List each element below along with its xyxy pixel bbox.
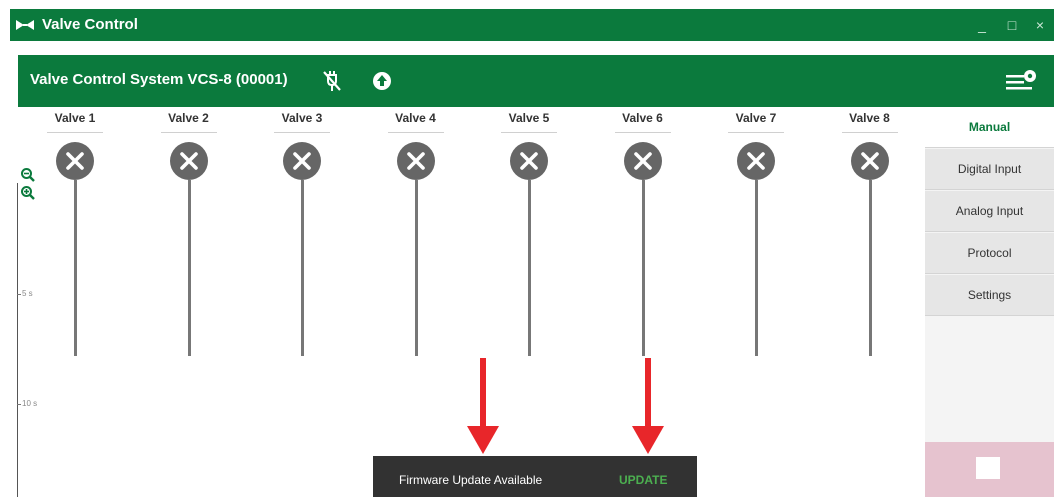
- firmware-snackbar: Firmware Update Available UPDATE: [373, 456, 697, 497]
- title-bar: Valve Control _ □ ×: [0, 0, 1054, 46]
- valve-column: Valve 4: [381, 107, 451, 367]
- tab-digital-input[interactable]: Digital Input: [925, 149, 1054, 190]
- close-icon: [66, 152, 84, 170]
- valve-timeline-bar: [528, 180, 531, 356]
- app-title: Valve Control: [42, 16, 138, 33]
- valve-label: Valve 7: [735, 111, 777, 125]
- tab-analog-input[interactable]: Analog Input: [925, 191, 1054, 232]
- valve-label-underline: [47, 132, 103, 133]
- valve-column: Valve 3: [267, 107, 337, 367]
- valve-label-underline: [501, 132, 557, 133]
- stop-icon: [976, 457, 1000, 479]
- valve-column: Valve 8: [835, 107, 905, 367]
- tab-protocol[interactable]: Protocol: [925, 233, 1054, 274]
- upload-circle-icon[interactable]: [368, 67, 396, 95]
- axis-tick: [17, 404, 21, 405]
- valve-label: Valve 2: [168, 111, 209, 125]
- zoom-out-icon[interactable]: [20, 167, 36, 183]
- close-icon: [179, 152, 198, 170]
- device-header: Valve Control System VCS-8 (00001): [18, 55, 1054, 107]
- valve-column: Valve 5: [494, 107, 564, 367]
- valve-label: Valve 3: [281, 111, 323, 125]
- valve-column: Valve 7: [721, 107, 791, 367]
- update-button[interactable]: UPDATE: [619, 473, 667, 487]
- menu-settings-icon[interactable]: [1004, 67, 1038, 95]
- valve-toggle-button[interactable]: [510, 142, 548, 180]
- valve-label-underline: [841, 132, 898, 133]
- valve-label: Valve 5: [508, 111, 550, 125]
- valve-label-underline: [614, 132, 671, 133]
- valve-app-icon: [16, 20, 34, 30]
- valve-timeline-bar: [641, 180, 645, 356]
- axis-tick-label: 10 s: [22, 399, 38, 408]
- valve-timeline-bar: [755, 180, 758, 356]
- valve-label-underline: [728, 132, 784, 133]
- axis-tick: [17, 294, 21, 295]
- arrow-down-icon: [467, 358, 499, 454]
- close-icon: [747, 152, 765, 170]
- stop-button[interactable]: [925, 442, 1054, 497]
- valve-toggle-button[interactable]: [850, 142, 889, 180]
- tab-manual[interactable]: Manual: [925, 107, 1054, 148]
- valve-timeline-bar: [414, 180, 418, 356]
- title-bar-strip: Valve Control _ □ ×: [10, 9, 1054, 41]
- close-icon: [633, 152, 652, 170]
- valve-timeline-bar: [187, 180, 191, 356]
- valve-timeline-bar: [868, 180, 872, 356]
- valve-toggle-button[interactable]: [56, 142, 94, 180]
- close-icon: [860, 152, 879, 170]
- axis-tick-label: 5 s: [22, 289, 33, 298]
- valve-toggle-button[interactable]: [737, 142, 775, 180]
- close-button[interactable]: ×: [1030, 15, 1050, 35]
- tab-settings[interactable]: Settings: [925, 275, 1054, 316]
- valve-label-underline: [160, 132, 217, 133]
- app-window: Valve Control _ □ × Valve Control System…: [0, 0, 1054, 497]
- valve-toggle-button[interactable]: [623, 142, 662, 180]
- snackbar-message: Firmware Update Available: [399, 473, 543, 487]
- valve-timeline-bar: [74, 180, 77, 356]
- valve-column: Valve 6: [608, 107, 678, 367]
- valve-timeline-bar: [301, 180, 304, 356]
- valve-toggle-button[interactable]: [283, 142, 321, 180]
- valve-label: Valve 4: [395, 111, 436, 125]
- valve-label: Valve 6: [622, 111, 663, 125]
- valve-label-underline: [274, 132, 330, 133]
- valve-label: Valve 8: [849, 111, 890, 125]
- minimize-button[interactable]: _: [972, 15, 992, 35]
- plug-off-icon[interactable]: [318, 67, 346, 95]
- time-axis: [17, 183, 18, 497]
- close-icon: [293, 152, 311, 170]
- device-title: Valve Control System VCS-8 (00001): [30, 71, 288, 88]
- maximize-button[interactable]: □: [1002, 15, 1022, 35]
- valve-toggle-button[interactable]: [396, 142, 435, 180]
- arrow-down-icon: [632, 358, 664, 454]
- zoom-in-icon[interactable]: [20, 185, 36, 201]
- close-icon: [520, 152, 538, 170]
- close-icon: [406, 152, 425, 170]
- valve-toggle-button[interactable]: [169, 142, 208, 180]
- valve-column: Valve 2: [154, 107, 224, 367]
- side-navigation: Manual Digital Input Analog Input Protoc…: [925, 107, 1054, 497]
- valve-column: Valve 1: [40, 107, 110, 367]
- valve-label-underline: [387, 132, 444, 133]
- valve-label: Valve 1: [54, 111, 96, 125]
